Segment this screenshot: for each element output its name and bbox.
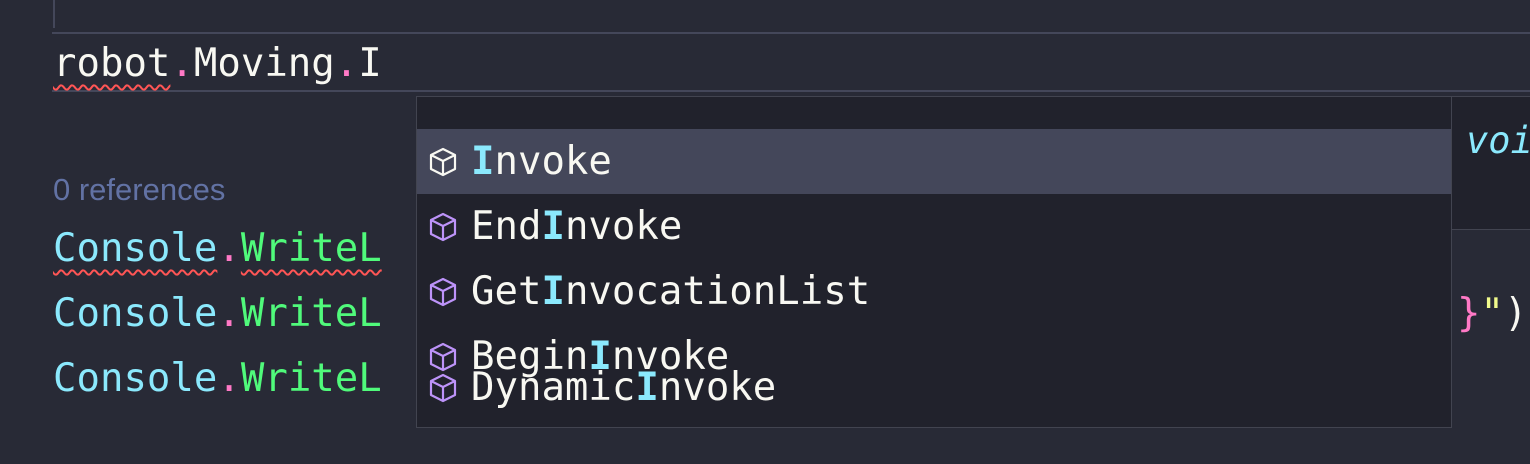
suggestion-getinvocationlist[interactable]: GetInvocationList: [417, 259, 1451, 324]
suggest-details-panel: voi: [1451, 96, 1530, 230]
suggestion-invoke[interactable]: Invoke: [417, 129, 1451, 194]
suggestion-label: DynamicInvoke: [471, 365, 777, 410]
writeline-method[interactable]: WriteL: [241, 356, 382, 401]
member-access-dot: .: [217, 291, 241, 336]
robot-identifier[interactable]: robot: [53, 41, 170, 86]
suggestion-label: GetInvocationList: [471, 269, 871, 314]
method-cube-icon: [427, 372, 459, 404]
method-cube-icon: [427, 276, 459, 308]
closing-paren: ): [1503, 291, 1528, 336]
writeline-method[interactable]: WriteL: [241, 291, 382, 336]
suggestion-dynamicinvoke[interactable]: DynamicInvoke: [417, 355, 1451, 420]
method-cube-icon: [427, 146, 459, 178]
member-access-dot: .: [170, 41, 194, 86]
console-line-3[interactable]: Console.WriteL: [53, 355, 382, 403]
match-highlight: I: [635, 365, 659, 410]
member-access-dot: .: [334, 41, 359, 86]
match-highlight: I: [471, 139, 495, 184]
match-highlight: I: [541, 269, 565, 314]
console-line-1[interactable]: Console.WriteL: [53, 225, 382, 273]
member-access-dot: .: [217, 356, 241, 401]
typed-partial-identifier[interactable]: I: [358, 41, 381, 86]
active-code-line[interactable]: robot.Moving.I: [53, 40, 382, 88]
suggestion-endinvoke[interactable]: EndInvoke: [417, 194, 1451, 259]
match-highlight: I: [541, 204, 565, 249]
console-type[interactable]: Console: [53, 291, 217, 336]
console-type[interactable]: Console: [53, 356, 217, 401]
console-line-2[interactable]: Console.WriteL: [53, 290, 382, 338]
moving-identifier[interactable]: Moving: [194, 41, 335, 86]
suggest-widget[interactable]: Invoke EndInvoke GetInvocationList Begin…: [416, 96, 1452, 428]
closing-brace: }: [1457, 291, 1481, 336]
method-cube-icon: [427, 211, 459, 243]
signature-text: voi: [1466, 119, 1530, 162]
codelens-references[interactable]: 0 references: [53, 170, 225, 210]
previous-line-indicator: [53, 0, 55, 28]
closing-quote: ": [1480, 291, 1504, 336]
member-access-dot: .: [217, 226, 241, 271]
suggestion-label: EndInvoke: [471, 204, 683, 249]
console-type[interactable]: Console: [53, 226, 217, 271]
writeline-method[interactable]: WriteL: [241, 226, 382, 271]
interpolation-end: }"): [1457, 290, 1527, 338]
suggestion-label: Invoke: [471, 139, 612, 184]
